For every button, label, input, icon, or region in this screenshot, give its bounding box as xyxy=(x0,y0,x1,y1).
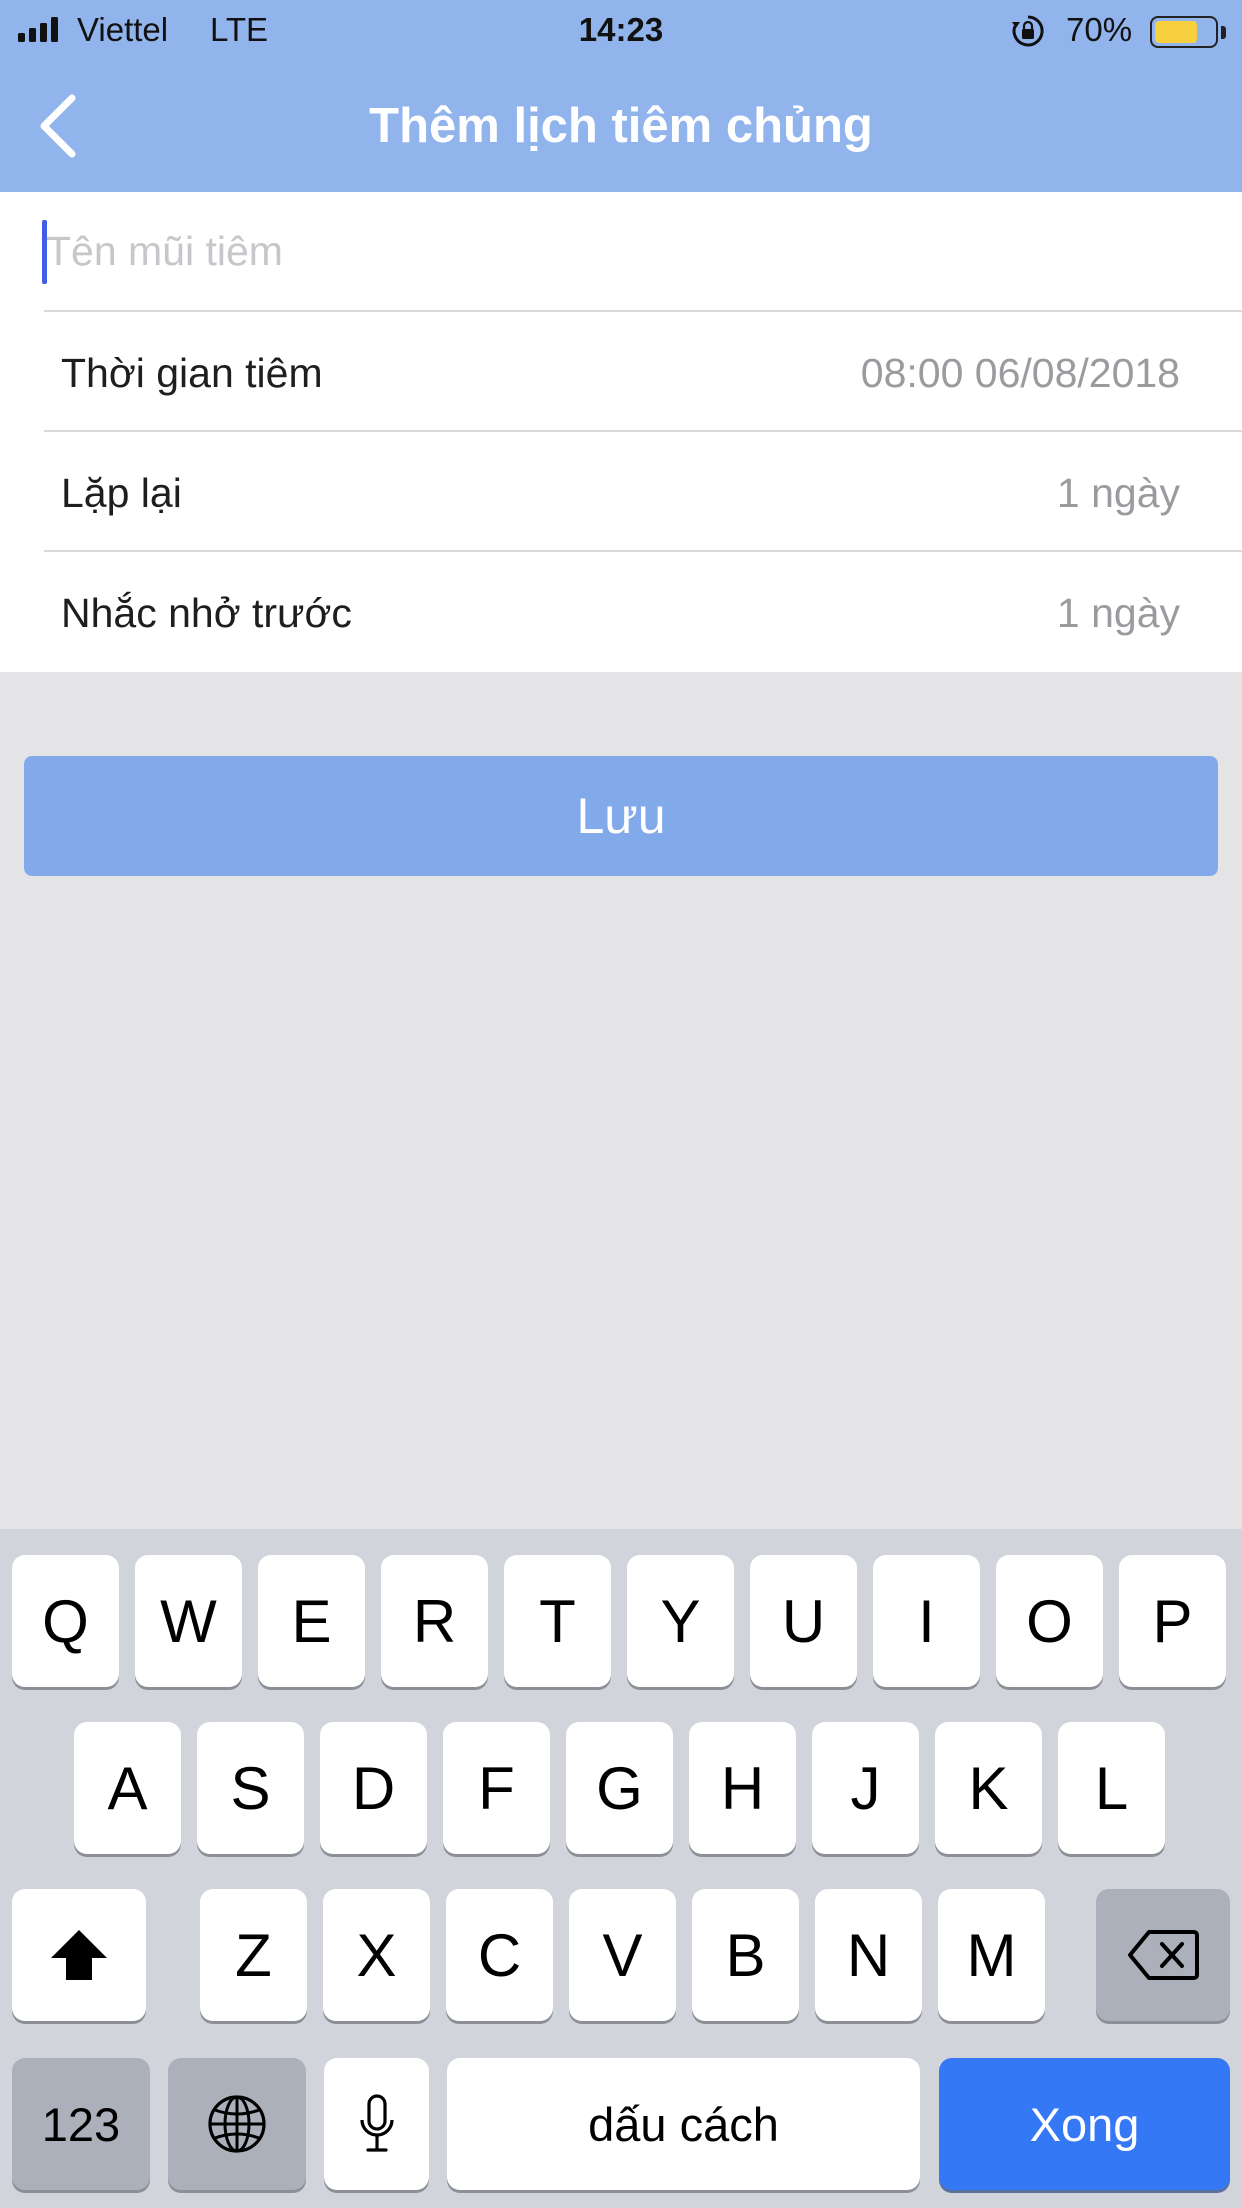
remind-before-value: 1 ngày xyxy=(1056,590,1180,636)
key-w[interactable]: W xyxy=(135,1555,242,1687)
key-d[interactable]: D xyxy=(320,1722,427,1854)
key-j[interactable]: J xyxy=(812,1722,919,1854)
key-x[interactable]: X xyxy=(323,1889,430,2021)
key-z[interactable]: Z xyxy=(200,1889,307,2021)
microphone-key[interactable] xyxy=(324,2058,429,2190)
key-a[interactable]: A xyxy=(74,1722,181,1854)
numbers-key[interactable]: 123 xyxy=(12,2058,150,2190)
backspace-icon xyxy=(1128,1930,1199,1980)
key-b[interactable]: B xyxy=(692,1889,799,2021)
battery-percent: 70% xyxy=(1066,11,1133,48)
repeat-label: Lặp lại xyxy=(61,470,182,516)
done-key[interactable]: Xong xyxy=(939,2058,1230,2190)
vaccine-name-input[interactable] xyxy=(46,218,1196,284)
vaccination-form: Thời gian tiêm 08:00 06/08/2018 Lặp lại … xyxy=(0,192,1242,672)
key-c[interactable]: C xyxy=(446,1889,553,2021)
key-i[interactable]: I xyxy=(873,1555,980,1687)
key-r[interactable]: R xyxy=(381,1555,488,1687)
battery-tip xyxy=(1221,26,1226,39)
key-y[interactable]: Y xyxy=(627,1555,734,1687)
microphone-icon xyxy=(359,2094,394,2152)
row-repeat[interactable]: Lặp lại 1 ngày xyxy=(0,432,1242,550)
nav-bar: Thêm lịch tiêm chủng xyxy=(0,62,1242,192)
save-button[interactable]: Lưu xyxy=(24,756,1218,876)
key-p[interactable]: P xyxy=(1119,1555,1226,1687)
key-q[interactable]: Q xyxy=(12,1555,119,1687)
key-e[interactable]: E xyxy=(258,1555,365,1687)
key-v[interactable]: V xyxy=(569,1889,676,2021)
key-n[interactable]: N xyxy=(815,1889,922,2021)
page-title: Thêm lịch tiêm chủng xyxy=(369,99,873,153)
key-g[interactable]: G xyxy=(566,1722,673,1854)
vaccine-name-field[interactable] xyxy=(0,192,1242,310)
injection-time-label: Thời gian tiêm xyxy=(61,350,323,396)
shift-icon xyxy=(51,1930,107,1980)
key-l[interactable]: L xyxy=(1058,1722,1165,1854)
space-key[interactable]: dấu cách xyxy=(447,2058,920,2190)
row-remind-before[interactable]: Nhắc nhở trước 1 ngày xyxy=(0,552,1242,670)
status-bar: Viettel LTE 14:23 70% xyxy=(0,0,1242,62)
key-t[interactable]: T xyxy=(504,1555,611,1687)
key-u[interactable]: U xyxy=(750,1555,857,1687)
key-s[interactable]: S xyxy=(197,1722,304,1854)
key-f[interactable]: F xyxy=(443,1722,550,1854)
globe-key[interactable] xyxy=(168,2058,306,2190)
key-h[interactable]: H xyxy=(689,1722,796,1854)
keyboard: Q W E R T Y U I O P A S D F G H J K L Z … xyxy=(0,1529,1242,2208)
backspace-key[interactable] xyxy=(1096,1889,1230,2021)
key-k[interactable]: K xyxy=(935,1722,1042,1854)
globe-icon xyxy=(208,2095,266,2153)
key-o[interactable]: O xyxy=(996,1555,1103,1687)
status-time: 14:23 xyxy=(578,11,664,48)
shift-key[interactable] xyxy=(12,1889,146,2021)
header: Viettel LTE 14:23 70% Thêm lịch tiêm chủ… xyxy=(0,0,1242,192)
key-m[interactable]: M xyxy=(938,1889,1045,2021)
row-injection-time[interactable]: Thời gian tiêm 08:00 06/08/2018 xyxy=(0,312,1242,430)
orientation-lock-icon xyxy=(1012,15,1044,47)
repeat-value: 1 ngày xyxy=(1056,470,1180,516)
injection-time-value: 08:00 06/08/2018 xyxy=(860,350,1180,396)
remind-before-label: Nhắc nhở trước xyxy=(61,590,352,636)
battery-icon xyxy=(1150,16,1218,48)
